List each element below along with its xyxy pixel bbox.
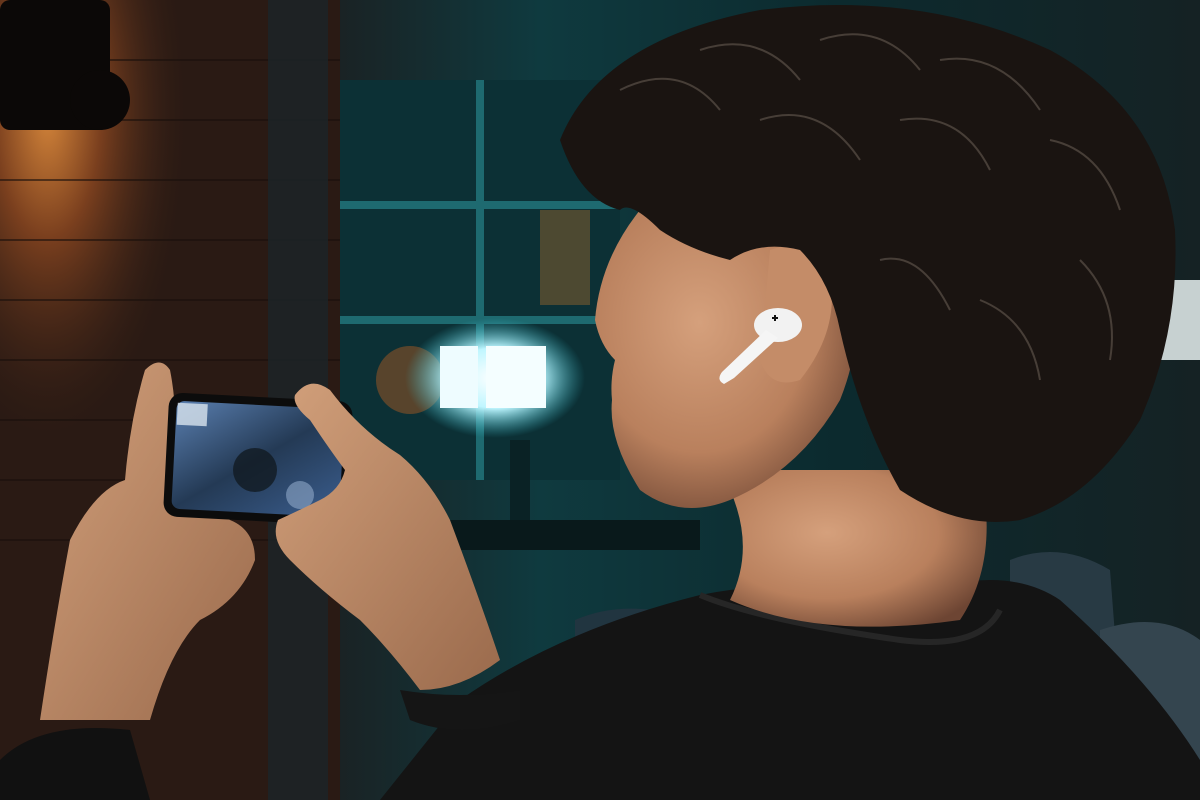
photo-scene: [0, 0, 1200, 800]
photo-illustration: [0, 0, 1200, 800]
window-light-left: [440, 346, 478, 408]
window-light-right: [486, 346, 546, 408]
table: [440, 520, 700, 550]
